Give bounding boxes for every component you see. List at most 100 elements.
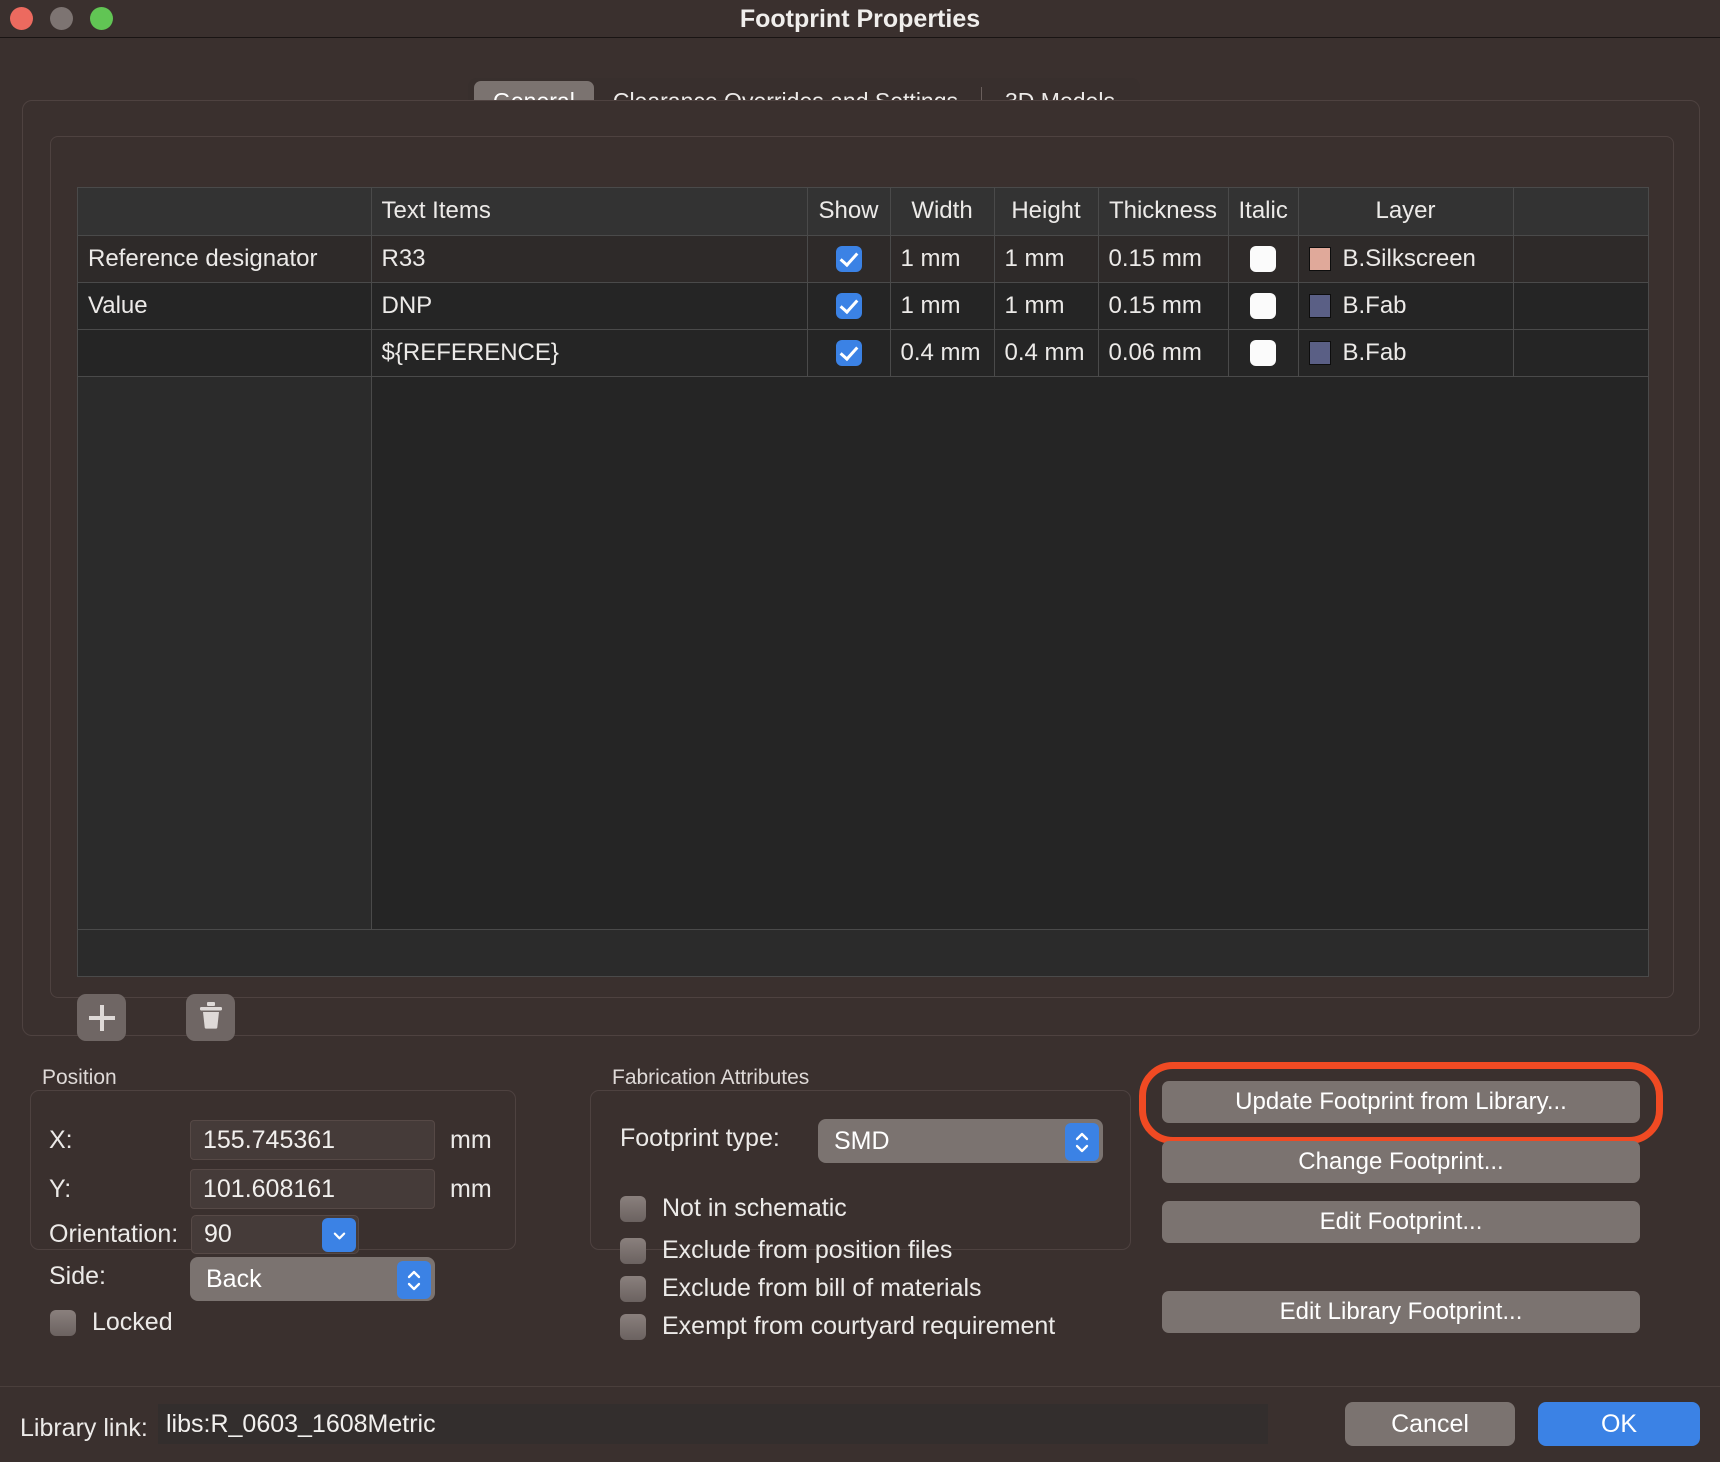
row-width[interactable]: 1 mm	[890, 282, 995, 330]
italic-checkbox[interactable]	[1250, 246, 1276, 273]
row-width[interactable]: 0.4 mm	[890, 329, 995, 377]
row-spacer	[1513, 235, 1648, 283]
side-value: Back	[206, 1264, 262, 1293]
row-layer-label: B.Fab	[1342, 338, 1407, 366]
row-italic-cell[interactable]	[1228, 235, 1299, 283]
trash-icon	[198, 1001, 224, 1034]
exclude-bom-checkbox[interactable]	[620, 1275, 646, 1302]
delete-text-item-button[interactable]	[186, 994, 235, 1041]
show-checkbox[interactable]	[835, 340, 862, 367]
italic-checkbox[interactable]	[1250, 340, 1276, 367]
italic-checkbox[interactable]	[1250, 293, 1276, 320]
window-title: Footprint Properties	[739, 5, 981, 33]
col-header-thickness[interactable]: Thickness	[1098, 188, 1229, 236]
side-label: Side:	[49, 1262, 106, 1290]
show-checkbox[interactable]	[835, 293, 862, 320]
col-header-show[interactable]: Show	[807, 188, 891, 236]
chevron-down-icon[interactable]	[322, 1218, 356, 1252]
row-height[interactable]: 1 mm	[994, 282, 1099, 330]
x-input[interactable]: 155.745361	[190, 1120, 435, 1160]
general-tab-panel: Text Items Show Width Height Thickness I…	[22, 100, 1700, 1041]
empty-name-col	[78, 376, 372, 930]
row-layer-label: B.Fab	[1342, 291, 1407, 319]
row-italic-cell[interactable]	[1228, 329, 1299, 377]
layer-color-swatch	[1308, 247, 1331, 272]
empty-body	[371, 376, 1648, 930]
row-layer-cell[interactable]: B.Fab	[1298, 329, 1514, 377]
col-header-name[interactable]	[78, 188, 372, 236]
table-row[interactable]: Reference designator R33 1 mm 1 mm 0.15 …	[78, 235, 1648, 283]
layer-color-swatch	[1308, 341, 1331, 366]
row-show-cell[interactable]	[807, 329, 891, 377]
row-text-value[interactable]: DNP	[371, 282, 808, 330]
footprint-type-value: SMD	[834, 1126, 890, 1155]
update-footprint-from-library-button[interactable]: Update Footprint from Library...	[1162, 1081, 1640, 1123]
row-italic-cell[interactable]	[1228, 282, 1299, 330]
not-in-schematic-row[interactable]: Not in schematic	[620, 1194, 847, 1223]
text-items-grid[interactable]: Text Items Show Width Height Thickness I…	[77, 187, 1649, 977]
exclude-position-files-checkbox[interactable]	[620, 1237, 646, 1264]
edit-footprint-button[interactable]: Edit Footprint...	[1162, 1201, 1640, 1243]
orientation-combobox[interactable]: 90	[191, 1215, 359, 1254]
cancel-button[interactable]: Cancel	[1345, 1402, 1515, 1446]
row-height[interactable]: 0.4 mm	[994, 329, 1099, 377]
up-down-chevron-icon[interactable]	[397, 1261, 431, 1299]
row-name-reference-designator[interactable]: Reference designator	[78, 235, 372, 283]
x-unit-label: mm	[450, 1126, 492, 1154]
row-show-cell[interactable]	[807, 282, 891, 330]
exclude-bom-label: Exclude from bill of materials	[662, 1274, 982, 1302]
row-spacer	[1513, 329, 1648, 377]
row-text-value[interactable]: ${REFERENCE}	[371, 329, 808, 377]
exclude-position-files-label: Exclude from position files	[662, 1236, 953, 1264]
row-thickness[interactable]: 0.15 mm	[1098, 282, 1229, 330]
exempt-courtyard-row[interactable]: Exempt from courtyard requirement	[620, 1312, 1055, 1341]
col-header-layer[interactable]: Layer	[1298, 188, 1514, 236]
exclude-bom-row[interactable]: Exclude from bill of materials	[620, 1274, 982, 1303]
text-items-panel: Text Items Show Width Height Thickness I…	[50, 136, 1674, 1041]
col-header-text-items[interactable]: Text Items	[371, 188, 808, 236]
row-show-cell[interactable]	[807, 235, 891, 283]
y-input[interactable]: 101.608161	[190, 1169, 435, 1209]
locked-checkbox[interactable]	[50, 1309, 76, 1336]
row-thickness[interactable]: 0.06 mm	[1098, 329, 1229, 377]
row-layer-cell[interactable]: B.Fab	[1298, 282, 1514, 330]
ok-button[interactable]: OK	[1538, 1402, 1700, 1446]
up-down-chevron-icon[interactable]	[1065, 1123, 1099, 1161]
row-name-value[interactable]: Value	[78, 282, 372, 330]
exclude-position-files-row[interactable]: Exclude from position files	[620, 1236, 952, 1265]
col-header-spacer	[1513, 188, 1648, 236]
col-header-italic[interactable]: Italic	[1228, 188, 1299, 236]
change-footprint-button[interactable]: Change Footprint...	[1162, 1141, 1640, 1183]
exempt-courtyard-label: Exempt from courtyard requirement	[662, 1312, 1056, 1340]
row-layer-label: B.Silkscreen	[1342, 244, 1476, 272]
col-header-width[interactable]: Width	[890, 188, 995, 236]
exempt-courtyard-checkbox[interactable]	[620, 1313, 646, 1340]
table-empty-area[interactable]	[78, 376, 1648, 930]
row-height[interactable]: 1 mm	[994, 235, 1099, 283]
not-in-schematic-checkbox[interactable]	[620, 1195, 646, 1222]
locked-label: Locked	[92, 1308, 173, 1336]
table-row[interactable]: Value DNP 1 mm 1 mm 0.15 mm B.Fab	[78, 282, 1648, 330]
side-popup-button[interactable]: Back	[190, 1257, 435, 1301]
title-bar: Footprint Properties	[0, 0, 1720, 38]
col-header-height[interactable]: Height	[994, 188, 1099, 236]
y-unit-label: mm	[450, 1175, 492, 1203]
row-width[interactable]: 1 mm	[890, 235, 995, 283]
table-header-row: Text Items Show Width Height Thickness I…	[78, 188, 1648, 236]
row-thickness[interactable]: 0.15 mm	[1098, 235, 1229, 283]
row-layer-cell[interactable]: B.Silkscreen	[1298, 235, 1514, 283]
text-items-table: Text Items Show Width Height Thickness I…	[78, 188, 1648, 930]
footprint-type-popup-button[interactable]: SMD	[818, 1119, 1103, 1163]
table-row[interactable]: ${REFERENCE} 0.4 mm 0.4 mm 0.06 mm B.Fab	[78, 329, 1648, 377]
locked-checkbox-row[interactable]: Locked	[50, 1308, 173, 1337]
fabrication-section-box	[590, 1090, 1131, 1250]
y-label: Y:	[49, 1175, 72, 1203]
row-text-value[interactable]: R33	[371, 235, 808, 283]
row-spacer	[1513, 282, 1648, 330]
edit-library-footprint-button[interactable]: Edit Library Footprint...	[1162, 1291, 1640, 1333]
row-name-blank[interactable]	[78, 329, 372, 377]
fabrication-section-title: Fabrication Attributes	[612, 1066, 810, 1089]
footer-divider	[0, 1386, 1720, 1387]
add-text-item-button[interactable]	[77, 994, 126, 1041]
show-checkbox[interactable]	[835, 246, 862, 273]
